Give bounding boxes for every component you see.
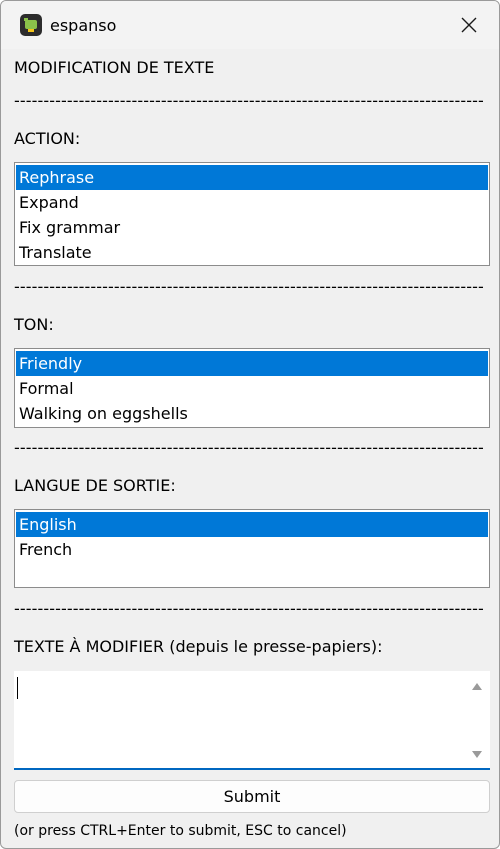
text-label: TEXTE À MODIFIER (depuis le presse-papie… [14, 637, 383, 656]
separator-1: ----------------------------------------… [14, 93, 484, 109]
action-option-rephrase[interactable]: Rephrase [16, 165, 488, 190]
espanso-logo-icon [20, 14, 42, 36]
keyboard-hint: (or press CTRL+Enter to submit, ESC to c… [14, 823, 347, 839]
title-bar: espanso [1, 1, 499, 49]
action-option-translate[interactable]: Translate [16, 240, 488, 265]
action-label: ACTION: [14, 129, 81, 148]
window-title: espanso [50, 16, 117, 35]
form-heading: MODIFICATION DE TEXTE [14, 58, 215, 77]
separator-3: ----------------------------------------… [14, 440, 484, 456]
action-listbox[interactable]: Rephrase Expand Fix grammar Translate [14, 162, 490, 266]
scroll-down-arrow-icon[interactable] [472, 751, 482, 758]
separator-4: ----------------------------------------… [14, 601, 484, 617]
language-option-english[interactable]: English [16, 512, 488, 537]
tone-label: TON: [14, 315, 54, 334]
language-option-french[interactable]: French [16, 537, 488, 562]
close-icon [461, 17, 477, 33]
tone-option-walking-on-eggshells[interactable]: Walking on eggshells [16, 401, 488, 426]
tone-option-friendly[interactable]: Friendly [16, 351, 488, 376]
action-option-expand[interactable]: Expand [16, 190, 488, 215]
submit-button[interactable]: Submit [14, 780, 490, 813]
action-option-fix-grammar[interactable]: Fix grammar [16, 215, 488, 240]
tone-option-formal[interactable]: Formal [16, 376, 488, 401]
scroll-up-arrow-icon[interactable] [472, 683, 482, 690]
tone-listbox[interactable]: Friendly Formal Walking on eggshells [14, 348, 490, 428]
close-button[interactable] [439, 1, 499, 49]
text-caret [17, 677, 18, 699]
separator-2: ----------------------------------------… [14, 279, 484, 295]
language-listbox[interactable]: English French [14, 509, 490, 588]
text-input[interactable] [14, 671, 490, 770]
language-label: LANGUE DE SORTIE: [14, 476, 176, 495]
espanso-form-window: espanso MODIFICATION DE TEXTE ----------… [0, 0, 500, 849]
